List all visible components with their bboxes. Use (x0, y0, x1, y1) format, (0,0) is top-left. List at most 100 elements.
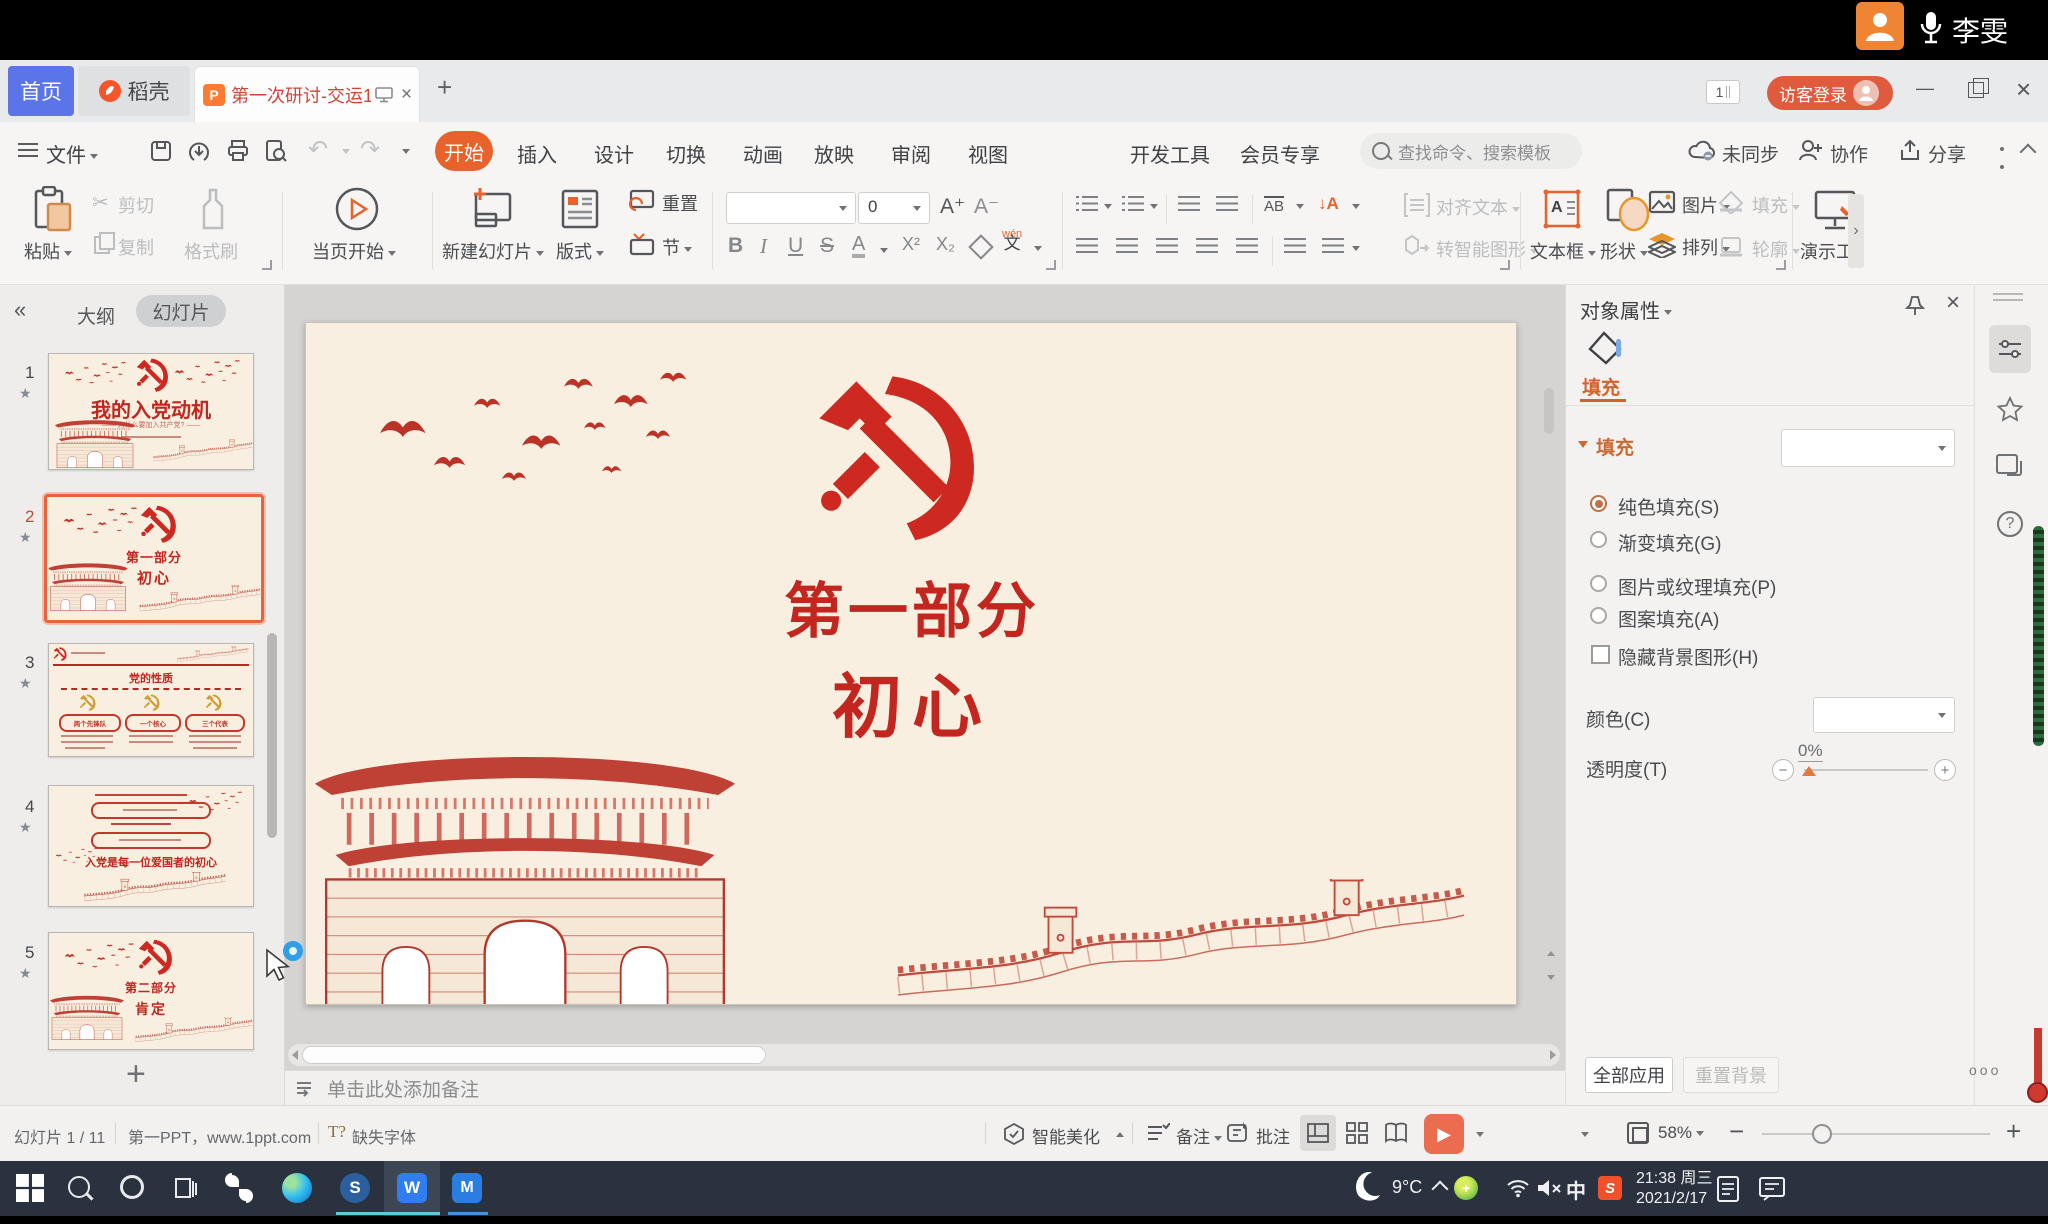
comments-toggle[interactable]: 批注 (1256, 1123, 1290, 1148)
minimize-button[interactable]: — (1916, 78, 1934, 99)
antivirus-icon[interactable]: + (1454, 1176, 1478, 1200)
meeting-app-icon[interactable] (224, 1173, 254, 1203)
reset-icon[interactable] (628, 188, 656, 212)
pin-icon[interactable] (1904, 295, 1926, 317)
panel-scrollbar-thumb[interactable] (267, 633, 277, 838)
slide-thumbnail-1[interactable]: 我的入党动机 —— 为什么要加入共产党? —— (48, 353, 254, 470)
layout-button[interactable]: 版式 (556, 238, 604, 264)
arrange-icon[interactable] (1648, 232, 1676, 258)
transparency-minus[interactable]: − (1772, 759, 1794, 781)
sync-status-label[interactable]: 未同步 (1722, 140, 1779, 167)
section-icon[interactable] (628, 232, 656, 256)
shapes-button[interactable]: 形状 (1600, 238, 1648, 264)
paragraph-spacing-icon[interactable] (1322, 238, 1344, 253)
vertical-text-icon[interactable]: ↓A (1318, 194, 1339, 214)
new-tab-button[interactable]: + (437, 72, 452, 103)
transparency-plus[interactable]: + (1934, 759, 1956, 781)
font-color-button[interactable]: A (852, 234, 865, 258)
export-icon[interactable] (187, 139, 211, 163)
taskbar-search-icon[interactable] (68, 1176, 90, 1198)
section-button[interactable]: 节 (662, 234, 692, 260)
zoom-out-button[interactable]: − (1729, 1116, 1744, 1147)
superscript-button[interactable]: X² (902, 234, 920, 255)
hide-bg-checkbox[interactable] (1591, 645, 1610, 664)
slideshow-play-button[interactable]: ▶ (1424, 1114, 1464, 1154)
layout-icon[interactable] (560, 188, 600, 230)
edge-icon[interactable] (282, 1173, 312, 1203)
play-from-current-button[interactable]: 当页开始 (312, 238, 396, 264)
close-window-button[interactable]: × (2016, 74, 2031, 105)
font-size-select[interactable]: 0 (858, 192, 930, 224)
text-direction-icon[interactable]: AB (1264, 196, 1284, 215)
italic-button[interactable]: I (760, 234, 767, 259)
subscript-button[interactable]: X₂ (936, 234, 955, 255)
beautify-collapse-icon[interactable] (1116, 1132, 1124, 1137)
tab-document[interactable]: P 第一次研讨-交运1805赵铭琰 × (194, 66, 420, 122)
font-name-select[interactable] (726, 192, 856, 224)
close-panel-icon[interactable]: × (1946, 289, 1960, 317)
sync-cloud-icon[interactable] (1688, 138, 1716, 162)
weather-temperature[interactable]: 9°C (1392, 1177, 1422, 1198)
collaborate-label[interactable]: 协作 (1830, 140, 1868, 167)
undo-icon[interactable]: ↶ (308, 135, 328, 164)
play-options-caret[interactable] (1476, 1132, 1484, 1137)
ribbon-expander[interactable]: › (1848, 194, 1864, 268)
fill-tab-label[interactable]: 填充 (1582, 373, 1620, 400)
distribute-icon[interactable] (1236, 238, 1258, 253)
ribbon-tab-design[interactable]: 设计 (594, 139, 634, 168)
transparency-handle[interactable] (1802, 766, 1816, 776)
color-select[interactable] (1813, 697, 1955, 733)
collapse-panel-icon[interactable]: « (14, 297, 26, 323)
cut-button[interactable]: 剪切 (118, 192, 154, 218)
print-preview-icon[interactable] (264, 139, 288, 163)
toolbar-customize-icon[interactable] (402, 149, 410, 154)
ribbon-tab-review[interactable]: 审阅 (891, 139, 931, 168)
strikethrough-button[interactable]: S (820, 234, 834, 258)
hscroll-thumb[interactable] (302, 1046, 766, 1064)
save-icon[interactable] (149, 139, 173, 163)
slide-thumbnail-2-selected[interactable]: 第一部分 初心 (44, 494, 264, 623)
reset-button[interactable]: 重置 (662, 190, 698, 216)
textbox-button[interactable]: 文本框 (1530, 238, 1596, 264)
fit-slide-icon[interactable] (1627, 1122, 1649, 1144)
share-label[interactable]: 分享 (1928, 140, 1966, 167)
tab-home[interactable]: 首页 (8, 66, 74, 116)
align-text-button[interactable]: 对齐文本 (1436, 194, 1520, 220)
sogou-browser-icon[interactable]: S (340, 1173, 370, 1203)
zoom-handle[interactable] (1812, 1124, 1832, 1144)
picture-icon[interactable] (1648, 190, 1676, 214)
volume-muted-icon[interactable] (1536, 1177, 1562, 1199)
missing-font-label[interactable]: 缺失字体 (352, 1124, 416, 1148)
effects-star-icon[interactable] (1995, 395, 2025, 425)
zoom-track[interactable] (1762, 1133, 1990, 1135)
justify-icon[interactable] (1196, 238, 1218, 253)
properties-tool-active[interactable] (1989, 325, 2031, 373)
font-shrink-button[interactable]: A⁻ (974, 194, 999, 219)
task-view-icon[interactable] (172, 1175, 198, 1201)
tab-slides[interactable]: 幻灯片 (136, 295, 226, 327)
numbered-list-icon[interactable] (1122, 196, 1144, 211)
slide-part-label[interactable]: 第一部分 (306, 563, 1517, 650)
paste-button[interactable]: 粘贴 (24, 238, 72, 264)
line-spacing-icon[interactable] (1284, 238, 1306, 253)
reading-view-icon[interactable] (1384, 1122, 1408, 1144)
apply-all-button[interactable]: 全部应用 (1585, 1057, 1673, 1093)
pattern-fill-radio[interactable] (1590, 607, 1607, 624)
increase-indent-icon[interactable] (1216, 196, 1238, 211)
paste-icon[interactable] (32, 186, 74, 232)
font-grow-button[interactable]: A⁺ (940, 194, 965, 219)
canvas-vscroll-thumb[interactable] (1544, 388, 1554, 434)
zoom-level[interactable]: 58% (1658, 1123, 1704, 1143)
ribbon-tab-view[interactable]: 视图 (968, 139, 1008, 168)
tab-outline[interactable]: 大纲 (77, 302, 115, 329)
slide-thumbnail-5[interactable]: 第二部分 肯定 (48, 932, 254, 1050)
align-left-icon[interactable] (1076, 238, 1098, 253)
decrease-indent-icon[interactable] (1178, 196, 1200, 211)
to-smartart-button[interactable]: 转智能图形 (1436, 236, 1538, 262)
notes-strip[interactable]: 单击此处添加备注 (285, 1070, 1565, 1105)
tab-close-icon[interactable]: × (401, 84, 412, 106)
cortana-icon[interactable] (120, 1175, 144, 1199)
play-from-current-icon[interactable] (334, 186, 380, 232)
fill-section-caret[interactable] (1578, 441, 1588, 448)
ribbon-tab-animation[interactable]: 动画 (743, 139, 783, 168)
